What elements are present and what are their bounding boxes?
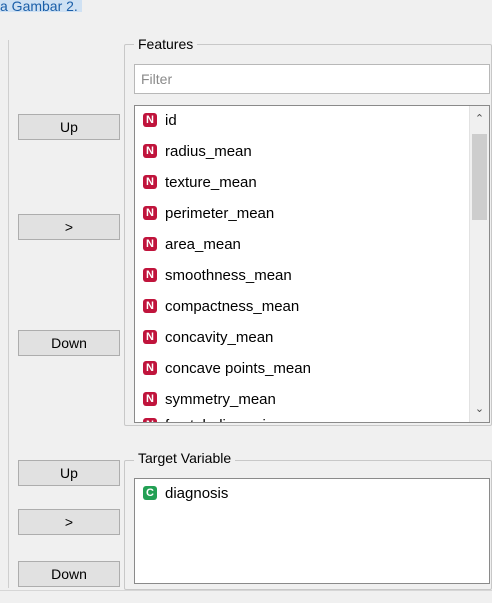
- left-panel-edge: [0, 40, 9, 588]
- list-item-label: concavity_mean: [165, 329, 274, 346]
- features-title: Features: [134, 36, 198, 52]
- list-item[interactable]: Nid: [143, 106, 177, 136]
- list-item-label: symmetry_mean: [165, 391, 276, 408]
- numeric-variable-icon: N: [143, 206, 157, 221]
- numeric-variable-icon: N: [143, 237, 157, 252]
- features-list[interactable]: Nid Nradius_mean Ntexture_mean Nperimete…: [134, 105, 490, 423]
- target-move-button[interactable]: >: [18, 509, 120, 535]
- list-item[interactable]: Ncompactness_mean: [143, 292, 299, 322]
- chevron-down-icon[interactable]: ⌄: [470, 400, 489, 418]
- list-item[interactable]: Narea_mean: [143, 230, 241, 260]
- list-item[interactable]: Nconcavity_mean: [143, 323, 273, 353]
- target-up-button[interactable]: Up: [18, 460, 120, 486]
- features-scrollbar[interactable]: ⌃ ⌄: [469, 106, 489, 422]
- numeric-variable-icon: N: [143, 268, 157, 283]
- list-item-label: fractal_dimension_mean: [165, 417, 328, 422]
- numeric-variable-icon: N: [143, 361, 157, 376]
- list-item-label: perimeter_mean: [165, 205, 275, 222]
- numeric-variable-icon: N: [143, 175, 157, 190]
- list-item-label: area_mean: [165, 236, 241, 253]
- target-title: Target Variable: [134, 450, 236, 466]
- categorical-variable-icon: C: [143, 486, 157, 501]
- scroll-thumb[interactable]: [472, 134, 487, 220]
- divider: [0, 590, 492, 591]
- list-item[interactable]: Ntexture_mean: [143, 168, 257, 198]
- target-list[interactable]: Cdiagnosis: [134, 478, 490, 584]
- numeric-variable-icon: N: [143, 418, 157, 422]
- filter-input[interactable]: [134, 64, 490, 94]
- list-item-label: concave points_mean: [165, 360, 311, 377]
- features-up-button[interactable]: Up: [18, 114, 120, 140]
- features-down-button[interactable]: Down: [18, 330, 120, 356]
- list-item[interactable]: Nperimeter_mean: [143, 199, 274, 229]
- caption-text: a Gambar 2.: [0, 0, 82, 12]
- numeric-variable-icon: N: [143, 144, 157, 159]
- numeric-variable-icon: N: [143, 330, 157, 345]
- list-item[interactable]: Nradius_mean: [143, 137, 252, 167]
- chevron-up-icon[interactable]: ⌃: [470, 110, 489, 128]
- list-item[interactable]: Cdiagnosis: [143, 479, 228, 509]
- list-item-label: id: [165, 112, 177, 129]
- list-item-label: smoothness_mean: [165, 267, 292, 284]
- list-item[interactable]: Nfractal_dimension_mean: [143, 411, 328, 422]
- list-item-label: texture_mean: [165, 174, 257, 191]
- list-item-label: diagnosis: [165, 485, 229, 502]
- target-down-button[interactable]: Down: [18, 561, 120, 587]
- features-move-button[interactable]: >: [18, 214, 120, 240]
- numeric-variable-icon: N: [143, 299, 157, 314]
- list-item-label: radius_mean: [165, 143, 252, 160]
- numeric-variable-icon: N: [143, 113, 157, 128]
- list-item-label: compactness_mean: [165, 298, 300, 315]
- list-item[interactable]: Nsmoothness_mean: [143, 261, 292, 291]
- list-item[interactable]: Nconcave points_mean: [143, 354, 311, 384]
- numeric-variable-icon: N: [143, 392, 157, 407]
